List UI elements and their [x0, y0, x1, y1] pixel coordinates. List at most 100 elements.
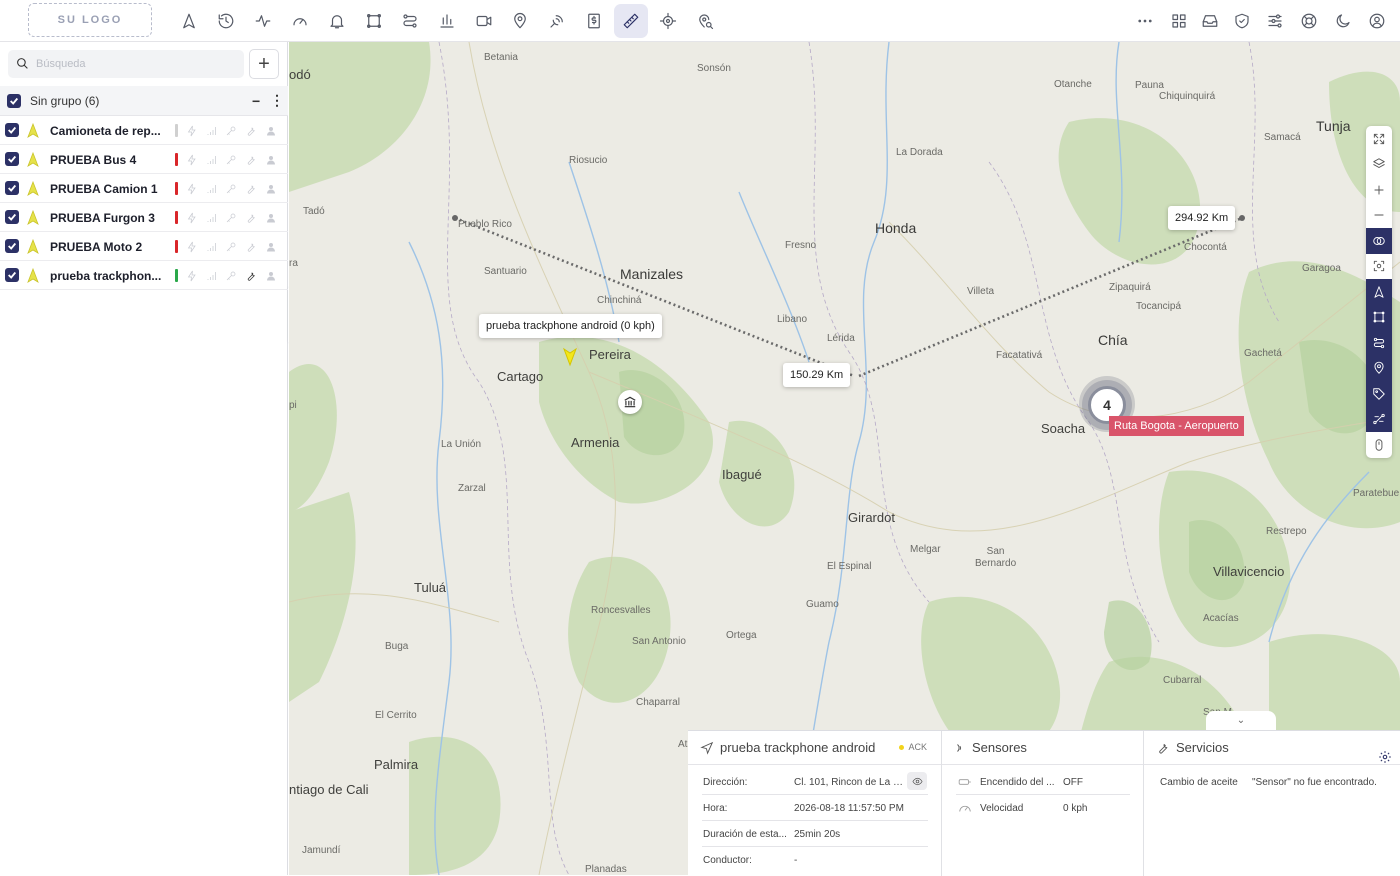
- moon-icon[interactable]: [1326, 4, 1360, 38]
- duration-label: Duración de esta...: [703, 829, 787, 840]
- collapse-group-icon[interactable]: −: [252, 93, 260, 109]
- device-checkbox[interactable]: [5, 152, 19, 166]
- map-label-girardot: Girardot: [848, 510, 895, 525]
- map-label-pereira: Pereira: [589, 347, 631, 362]
- services-section: Servicios Cambio de aceite "Sensor" no f…: [1144, 731, 1400, 876]
- key-icon: [225, 182, 237, 194]
- shield-icon[interactable]: [1225, 4, 1259, 38]
- expand-panel-icon[interactable]: ⌄: [1206, 711, 1276, 730]
- zoom-out-icon[interactable]: [1366, 203, 1392, 229]
- history-icon[interactable]: [209, 4, 243, 38]
- map-label-tulua: Tuluá: [414, 580, 447, 595]
- map-label-pauna: Pauna: [1135, 80, 1164, 91]
- map-label-san-antonio: San Antonio: [632, 636, 686, 647]
- wrench-icon: [245, 124, 257, 136]
- map-label-sonson: Sonsón: [697, 63, 731, 74]
- device-checkbox[interactable]: [5, 210, 19, 224]
- sliders-icon[interactable]: [1258, 4, 1292, 38]
- device-checkbox[interactable]: [5, 268, 19, 282]
- company-logo[interactable]: SU LOGO: [28, 3, 152, 37]
- services-header: Servicios: [1144, 731, 1400, 765]
- gear-icon[interactable]: [1366, 740, 1391, 763]
- navigation-icon[interactable]: [172, 4, 206, 38]
- device-arrow-icon: [27, 181, 39, 196]
- device-row[interactable]: PRUEBA Furgon 3: [0, 203, 288, 232]
- focus-icon[interactable]: [1366, 254, 1392, 280]
- device-marker-icon[interactable]: [563, 347, 577, 367]
- route-icon[interactable]: [393, 4, 427, 38]
- eye-icon[interactable]: [907, 772, 927, 790]
- device-name: PRUEBA Camion 1: [50, 182, 158, 196]
- inbox-icon[interactable]: [1193, 4, 1227, 38]
- target-icon[interactable]: [651, 4, 685, 38]
- device-row[interactable]: PRUEBA Moto 2: [0, 232, 288, 261]
- device-group-header[interactable]: Sin grupo (6) − ⋮: [0, 86, 288, 116]
- dollar-document-icon[interactable]: [577, 4, 611, 38]
- duration-value: 25min 20s: [794, 829, 841, 840]
- bar-chart-icon[interactable]: [430, 4, 464, 38]
- user-icon[interactable]: [1360, 4, 1394, 38]
- time-row: Hora: 2026-08-18 11:57:50 PM: [702, 795, 928, 821]
- map-label-zarzal: Zarzal: [458, 483, 486, 494]
- group-checkbox[interactable]: [7, 94, 21, 108]
- tag-icon[interactable]: [1366, 381, 1392, 407]
- device-arrow-icon: [27, 239, 39, 254]
- satellite-icon[interactable]: [540, 4, 574, 38]
- route-layer-icon[interactable]: [1366, 330, 1392, 356]
- address-value: Cl. 101, Rincon de La P...: [794, 777, 904, 788]
- more-icon[interactable]: [1128, 4, 1162, 38]
- navigation-icon: [700, 741, 714, 755]
- fullscreen-icon[interactable]: [1366, 126, 1392, 152]
- device-row[interactable]: PRUEBA Camion 1: [0, 174, 288, 203]
- geofence-icon[interactable]: [357, 4, 391, 38]
- device-row[interactable]: Camioneta de rep...: [0, 116, 288, 145]
- zoom-in-icon[interactable]: [1366, 177, 1392, 203]
- group-menu-icon[interactable]: ⋮: [270, 92, 284, 109]
- geofence-layer-icon[interactable]: [1366, 304, 1392, 330]
- support-icon[interactable]: [1292, 4, 1326, 38]
- add-device-button[interactable]: +: [249, 49, 279, 79]
- sensor-ignition: Encendido del ... OFF: [956, 769, 1130, 795]
- info-panel: prueba trackphone android ACK Dirección:…: [688, 730, 1400, 876]
- service-name: Cambio de aceite: [1160, 777, 1238, 788]
- share-route-icon[interactable]: [1366, 406, 1392, 432]
- ignition-icon: [186, 211, 198, 224]
- museum-icon[interactable]: [618, 390, 642, 414]
- service-value: "Sensor" no fue encontrado.: [1252, 777, 1377, 788]
- status-indicator: [175, 211, 178, 224]
- video-icon[interactable]: [467, 4, 501, 38]
- device-name: Camioneta de rep...: [50, 124, 161, 138]
- sensor-ignition-value: OFF: [1063, 777, 1083, 788]
- layers-icon[interactable]: [1366, 152, 1392, 178]
- mouse-icon[interactable]: [1366, 432, 1392, 458]
- wrench-icon: [245, 211, 257, 223]
- poi-layer-icon[interactable]: [1366, 355, 1392, 381]
- map-label-palmira: Palmira: [374, 757, 419, 772]
- grid-icon[interactable]: [1162, 4, 1196, 38]
- map-label-pi: pi: [289, 400, 297, 411]
- map-pin-icon[interactable]: [503, 4, 537, 38]
- signal-icon: [957, 744, 962, 752]
- bell-icon[interactable]: [320, 4, 354, 38]
- device-checkbox[interactable]: [5, 181, 19, 195]
- ack-badge[interactable]: ACK: [899, 742, 927, 752]
- search-input[interactable]: [36, 50, 236, 78]
- gauge-icon[interactable]: [283, 4, 317, 38]
- device-checkbox[interactable]: [5, 239, 19, 253]
- ruler-icon[interactable]: [614, 4, 648, 38]
- map-label-ortega: Ortega: [726, 630, 757, 641]
- device-name: PRUEBA Furgon 3: [50, 211, 155, 225]
- activity-icon[interactable]: [246, 4, 280, 38]
- device-row[interactable]: PRUEBA Bus 4: [0, 145, 288, 174]
- map-label-zipaquira: Zipaquirá: [1109, 282, 1151, 293]
- device-checkbox[interactable]: [5, 123, 19, 137]
- route-label[interactable]: Ruta Bogota - Aeropuerto: [1109, 416, 1244, 436]
- navigation-layer-icon[interactable]: [1366, 279, 1392, 305]
- device-row[interactable]: prueba trackphon...: [0, 261, 288, 290]
- overlap-icon[interactable]: [1366, 228, 1392, 254]
- location-search-icon[interactable]: [688, 4, 722, 38]
- group-label: Sin grupo (6): [30, 94, 100, 108]
- map-label-lerida: Lérida: [827, 333, 855, 344]
- duration-row: Duración de esta... 25min 20s: [702, 821, 928, 847]
- ignition-icon: [186, 269, 198, 282]
